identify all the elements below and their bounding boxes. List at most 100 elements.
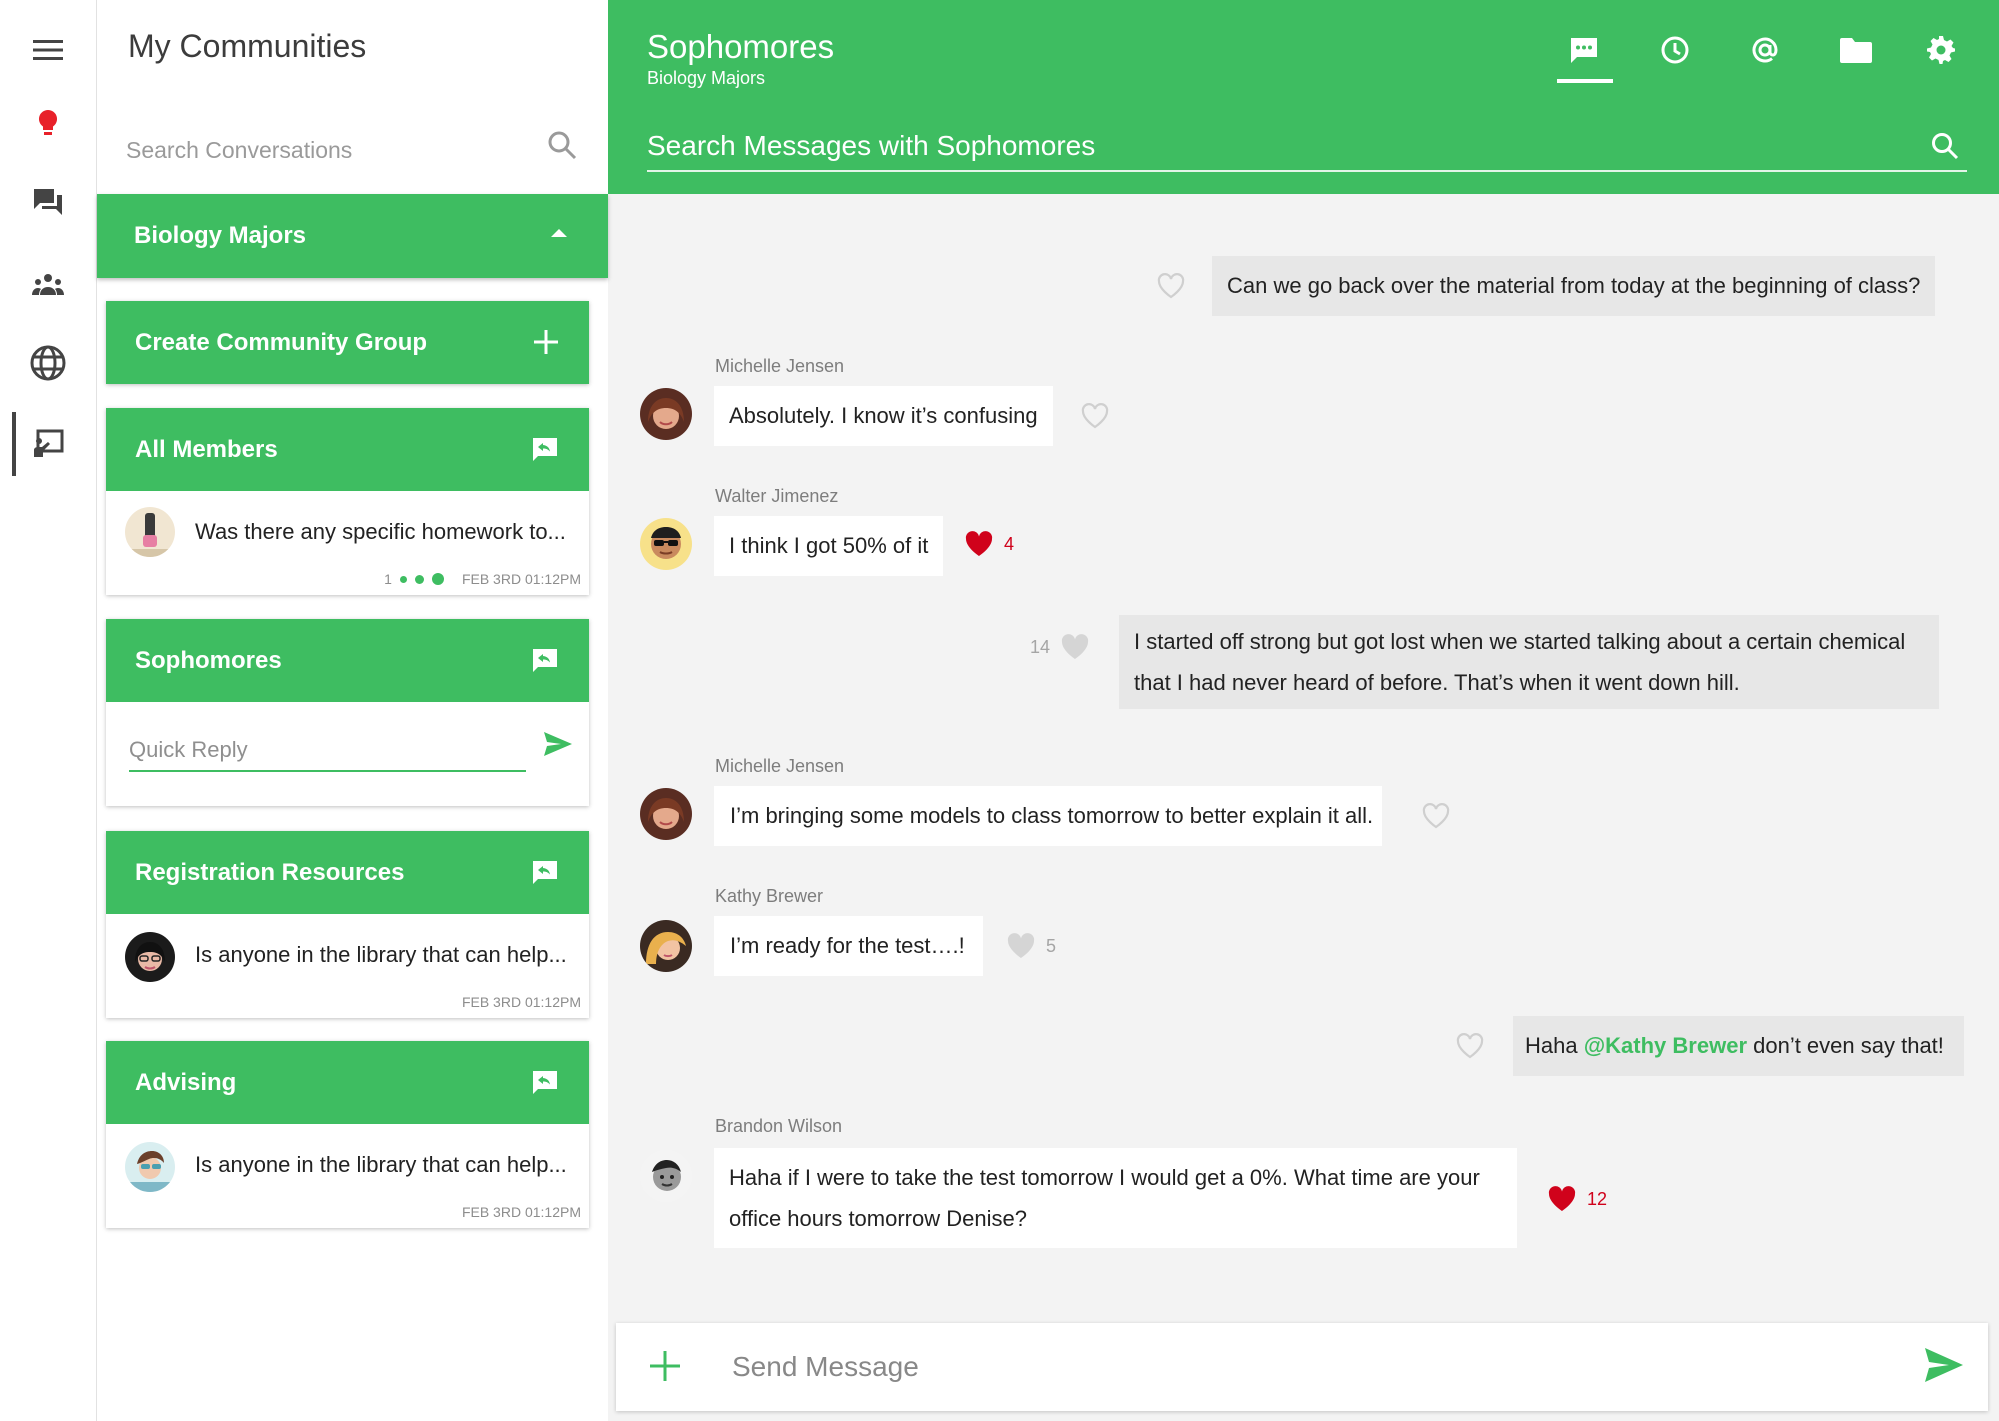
search-icon[interactable] [547, 130, 577, 160]
typing-dot [399, 575, 407, 583]
heart-outline-icon[interactable] [1156, 272, 1186, 300]
search-icon[interactable] [1931, 132, 1959, 160]
message-search-input[interactable] [647, 122, 1897, 170]
sender-name: Michelle Jensen [715, 356, 845, 376]
message-text: I’m bringing some models to class tomorr… [730, 803, 1374, 828]
sender-name: Michelle Jensen [715, 756, 845, 776]
message-text-line: that I had never heard of before. That’s… [1134, 670, 1740, 695]
group-card-header[interactable]: All Members [106, 408, 589, 491]
clock-icon [1661, 36, 1689, 64]
classroom-icon [34, 429, 64, 457]
sender-name: Brandon Wilson [715, 1116, 843, 1136]
tab-mentions[interactable] [1745, 30, 1785, 70]
chat-header: Sophomores Biology Majors [608, 0, 1999, 194]
avatar[interactable] [640, 788, 692, 840]
avatar[interactable] [640, 388, 692, 440]
message-icon [1571, 38, 1597, 63]
heart-outline-icon[interactable] [1421, 802, 1451, 830]
avatar [125, 507, 175, 557]
avatar[interactable] [640, 920, 692, 972]
timestamp: FEB 3RD 01:12PM [461, 571, 581, 587]
avatar[interactable] [640, 518, 692, 570]
message-text-line: I started off strong but got lost when w… [1134, 629, 1906, 654]
gear-icon [1927, 36, 1955, 64]
timestamp: FEB 3RD 01:12PM [461, 994, 581, 1010]
message-bubble[interactable]: Haha @Kathy Brewer don’t even say that! [1513, 1016, 1964, 1076]
create-group-label: Create Community Group [135, 328, 428, 356]
reply-chat-icon[interactable] [531, 436, 559, 462]
heart-filled-icon [1548, 1186, 1576, 1211]
menu-button[interactable] [26, 28, 70, 72]
conversation-search [97, 110, 608, 194]
heart-outline-icon[interactable] [1455, 1032, 1485, 1060]
group-name: Sophomores [135, 646, 282, 674]
attach-plus-icon[interactable] [648, 1349, 682, 1383]
group-card-header[interactable]: Advising [106, 1041, 589, 1124]
group-card-header[interactable]: Registration Resources [106, 831, 589, 914]
like-indicator[interactable]: 14 [1030, 633, 1090, 661]
message-bubble[interactable]: Can we go back over the material from to… [1212, 256, 1936, 316]
send-icon[interactable] [543, 731, 573, 757]
message-search [647, 122, 1967, 172]
message-bubble[interactable]: I’m bringing some models to class tomorr… [714, 786, 1383, 846]
unread-count: 1 [384, 571, 392, 587]
message-bubble[interactable]: I’m ready for the test….! [714, 916, 983, 976]
group-card-registration-resources[interactable]: Registration Resources Is anyone in the … [106, 831, 589, 1018]
folder-icon [1840, 38, 1872, 63]
reply-chat-icon[interactable] [531, 859, 559, 885]
communities-panel: My Communities Biology Majors Create Com… [97, 0, 608, 1421]
collapse-arrow-icon[interactable] [550, 226, 568, 238]
like-indicator[interactable]: 12 [1547, 1185, 1607, 1213]
community-header-biology-majors[interactable]: Biology Majors [97, 194, 608, 278]
message-bubble[interactable]: Absolutely. I know it’s confusing [714, 386, 1053, 446]
chat-bubbles-icon [34, 189, 62, 215]
avatar[interactable] [640, 1150, 692, 1202]
message-bubble[interactable]: Haha if I were to take the test tomorrow… [714, 1148, 1517, 1248]
typing-dot [431, 573, 444, 585]
like-indicator[interactable]: 5 [1006, 932, 1056, 960]
reply-chat-icon[interactable] [531, 1069, 559, 1095]
message-text: I’m ready for the test….! [730, 933, 965, 958]
like-count: 5 [1046, 935, 1057, 956]
tab-history[interactable] [1655, 30, 1695, 70]
quick-reply-input[interactable] [129, 730, 526, 772]
reply-chat-icon[interactable] [531, 647, 559, 673]
create-group-button[interactable]: Create Community Group [106, 301, 589, 384]
send-message-input[interactable] [732, 1345, 1812, 1389]
message-preview: Is anyone in the library that can help..… [195, 942, 567, 967]
rail-item-classroom[interactable] [26, 422, 70, 466]
like-count: 14 [1030, 636, 1051, 657]
rail-item-global[interactable] [26, 341, 70, 385]
like-indicator[interactable]: 4 [964, 530, 1014, 558]
rail-item-messages[interactable] [26, 180, 70, 224]
tab-files[interactable] [1836, 30, 1876, 70]
message-bubble[interactable]: I think I got 50% of it [714, 516, 944, 576]
rail-item-groups[interactable] [26, 262, 70, 306]
group-name: Advising [135, 1068, 237, 1096]
tab-messages[interactable] [1564, 30, 1604, 70]
community-name: Biology Majors [134, 222, 307, 249]
sender-name: Kathy Brewer [715, 886, 824, 906]
rail-item-ideas[interactable] [26, 102, 70, 146]
message-text-line: Haha if I were to take the test tomorrow… [729, 1165, 1480, 1190]
panel-title: My Communities [128, 28, 367, 64]
message-text: Absolutely. I know it’s confusing [729, 403, 1038, 428]
group-card-advising[interactable]: Advising Is anyone in the library that c… [106, 1041, 589, 1228]
hamburger-icon [33, 40, 63, 60]
lightbulb-icon [38, 109, 58, 135]
create-group-card[interactable]: Create Community Group [106, 301, 589, 384]
group-card-sophomores[interactable]: Sophomores [106, 619, 589, 806]
avatar [125, 1142, 175, 1192]
conversation-search-input[interactable] [126, 130, 506, 170]
group-card-header[interactable]: Sophomores [106, 619, 589, 702]
group-card-all-members[interactable]: All Members Was there any specific homew… [106, 408, 589, 595]
avatar [125, 932, 175, 982]
user-mention-link[interactable]: @Kathy Brewer [1584, 1025, 1747, 1067]
at-sign-icon [1752, 37, 1778, 63]
message-preview: Was there any specific homework to... [195, 519, 566, 544]
message-bubble[interactable]: I started off strong but got lost when w… [1119, 615, 1940, 709]
settings-button[interactable] [1921, 30, 1961, 70]
heart-outline-icon[interactable] [1080, 402, 1110, 430]
globe-icon [30, 345, 66, 381]
send-icon[interactable] [1924, 1347, 1964, 1383]
